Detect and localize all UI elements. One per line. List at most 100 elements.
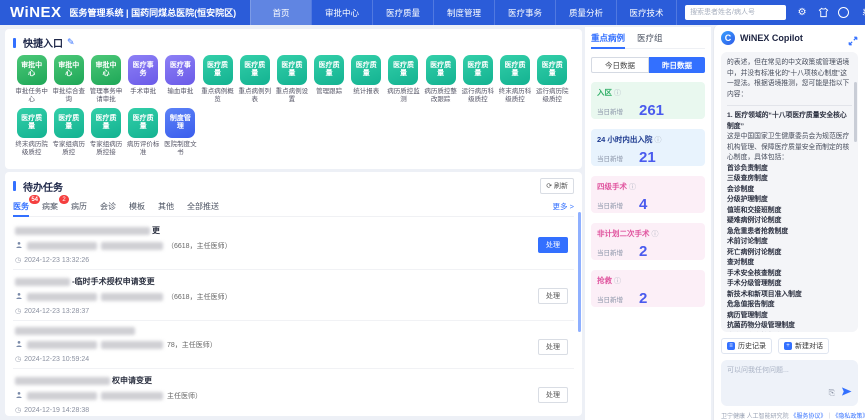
attachment-icon[interactable]: ⎘ xyxy=(829,388,835,398)
tile-badge: 医疗质量 xyxy=(240,55,270,85)
todo-tab-医务[interactable]: 医务54 xyxy=(13,201,29,212)
todo-card: 待办任务 ⟳ 刷新 医务54病案2病历会诊模板其他全部推送更多 > 更（6618… xyxy=(5,172,582,416)
toggle-today[interactable]: 今日数据 xyxy=(591,57,649,73)
info-icon[interactable]: ⓘ xyxy=(652,229,659,239)
tab-medical-group[interactable]: 医疗组 xyxy=(637,32,663,44)
todo-tab-会诊[interactable]: 会诊 xyxy=(100,201,116,212)
quick-entry-tile[interactable]: 医疗质量运行病历院级质控 xyxy=(534,55,571,104)
header-tab-医疗事务[interactable]: 医疗事务 xyxy=(494,0,555,25)
history-button[interactable]: ≡历史记录 xyxy=(721,338,772,354)
header-tab-审批中心[interactable]: 审批中心 xyxy=(311,0,372,25)
quick-entry-tile[interactable]: 医疗质量病历评价标准 xyxy=(125,108,162,157)
todo-item[interactable]: 权申请变更主任医师）◷2024-12-19 14:28:38处理 xyxy=(13,369,574,416)
quick-entry-tile[interactable]: 审批中心管理事务申请审批 xyxy=(87,55,124,104)
header-tab-质量分析[interactable]: 质量分析 xyxy=(555,0,616,25)
quick-entry-tile[interactable]: 医疗质量病历质控整改跟踪 xyxy=(422,55,459,104)
handle-button[interactable]: 处理 xyxy=(538,339,568,355)
stat-card-label: 当日新增 xyxy=(597,200,623,210)
copilot-list-item: 查对制度 xyxy=(727,258,852,269)
tile-label: 终末病历院级质控 xyxy=(13,141,50,157)
todo-tab-模板[interactable]: 模板 xyxy=(129,201,145,212)
todo-tab-其他[interactable]: 其他 xyxy=(158,201,174,212)
tile-badge: 审批中心 xyxy=(91,55,121,85)
theme-shirt-icon[interactable] xyxy=(817,7,829,19)
badge-count: 54 xyxy=(29,195,40,204)
redacted-text xyxy=(101,341,163,349)
quick-entry-tile[interactable]: 医疗质量专家组病历质控接 xyxy=(87,108,124,157)
quick-entry-tile[interactable]: 制度管理医院制度文书 xyxy=(162,108,199,157)
todo-item[interactable]: -临时手术授权申请变更（6618，主任医师）◷2024-12-23 13:28:… xyxy=(13,270,574,321)
todo-tab-病历[interactable]: 病历 xyxy=(71,201,87,212)
new-chat-label: 新建对话 xyxy=(795,341,823,351)
quick-entry-tile[interactable]: 审批中心审批综合查询 xyxy=(50,55,87,104)
tile-label: 重点病例设置 xyxy=(273,88,310,104)
stat-card-title: 抢救 ⓘ xyxy=(597,275,699,286)
tile-badge: 医疗质量 xyxy=(277,55,307,85)
refresh-button[interactable]: ⟳ 刷新 xyxy=(540,178,574,194)
todo-tab-病案[interactable]: 病案2 xyxy=(42,201,58,212)
stat-card-value: 261 xyxy=(639,102,664,119)
todo-tabs: 医务54 病案2 病历 会诊 模板 其他 全部推送 更多 > xyxy=(13,201,574,217)
tile-badge: 医疗质量 xyxy=(203,55,233,85)
page: WiNEX 医务管理系统 | 国药同煤总医院(恒安院区) 首页审批中心医疗质量制… xyxy=(0,0,865,420)
copilot-input[interactable]: 可以问我任何问题... ⎘ xyxy=(721,360,858,406)
quick-entry-tile[interactable]: 医疗质量终末病历科级质控 xyxy=(496,55,533,104)
quick-entry-tile[interactable]: 审批中心审批任务中心 xyxy=(13,55,50,104)
header-tab-制度管理[interactable]: 制度管理 xyxy=(433,0,494,25)
todo-item-subtitle: 主任医师） xyxy=(15,391,572,401)
todo-item-title xyxy=(15,327,572,335)
edit-pencil-icon[interactable]: ✎ xyxy=(67,37,75,48)
todo-tab-全部推送[interactable]: 全部推送 xyxy=(187,201,219,212)
quick-entry-tile[interactable]: 医疗事务手术审批 xyxy=(125,55,162,104)
settings-gear-icon[interactable]: ⚙ xyxy=(796,7,808,19)
user-avatar[interactable] xyxy=(838,7,849,18)
todo-item[interactable]: 78，主任医师）◷2024-12-23 10:59:24处理 xyxy=(13,321,574,369)
stats-panel: 重点病例 医疗组 今日数据 昨日数据 入区 ⓘ当日新增26124 小时内出入院 … xyxy=(585,27,711,420)
header-tab-医疗质量[interactable]: 医疗质量 xyxy=(372,0,433,25)
tile-badge: 医疗质量 xyxy=(463,55,493,85)
header-tab-首页[interactable]: 首页 xyxy=(250,0,311,25)
tile-label: 终末病历科级质控 xyxy=(496,88,533,104)
info-icon[interactable]: ⓘ xyxy=(614,276,621,286)
tile-label: 手术审批 xyxy=(130,88,156,104)
handle-button[interactable]: 处理 xyxy=(538,387,568,403)
quick-entry-tile[interactable]: 医疗事务输血审批 xyxy=(162,55,199,104)
copilot-scrollbar[interactable] xyxy=(854,82,857,142)
quick-entry-tile[interactable]: 医疗质量病历质控监测 xyxy=(385,55,422,104)
service-agreement-link[interactable]: 《服务协议》 xyxy=(790,414,826,420)
quick-entry-tile[interactable]: 医疗质量统计报表 xyxy=(348,55,385,104)
tab-key-cases[interactable]: 重点病例 xyxy=(591,32,625,44)
new-chat-button[interactable]: +新建对话 xyxy=(778,338,829,354)
handle-button[interactable]: 处理 xyxy=(538,237,568,253)
tile-label: 医院制度文书 xyxy=(162,141,199,157)
expand-icon[interactable] xyxy=(848,33,858,43)
stat-card-row: 当日新增2 xyxy=(597,290,699,307)
quick-entry-tile[interactable]: 医疗质量重点病例列表 xyxy=(236,55,273,104)
quick-entry-title: 快捷入口 ✎ xyxy=(13,35,574,50)
copilot-list-item: 术前讨论制度 xyxy=(727,237,852,248)
quick-entry-tile[interactable]: 医疗质量管理跟踪 xyxy=(311,55,348,104)
header-tab-医疗技术[interactable]: 医疗技术 xyxy=(616,0,677,25)
quick-entry-tile[interactable]: 医疗质量专家组病历质控 xyxy=(50,108,87,157)
copilot-logo-icon: C xyxy=(721,31,735,45)
privacy-policy-link[interactable]: 《隐私政策》 xyxy=(832,414,865,420)
quick-entry-tile[interactable]: 医疗质量运行病历科级质控 xyxy=(459,55,496,104)
quick-entry-tile[interactable]: 医疗质量重点病例设置 xyxy=(273,55,310,104)
clock-icon: ◷ xyxy=(15,307,21,315)
toggle-yesterday[interactable]: 昨日数据 xyxy=(649,57,705,73)
quick-entry-tile[interactable]: 医疗质量重点病例概览 xyxy=(199,55,236,104)
stat-card-value: 21 xyxy=(639,149,656,166)
patient-search-input[interactable] xyxy=(685,5,786,20)
more-link[interactable]: 更多 > xyxy=(553,201,574,212)
todo-item[interactable]: 更（6618，主任医师）◷2024-12-23 13:32:26处理 xyxy=(13,219,574,270)
info-icon[interactable]: ⓘ xyxy=(614,88,621,98)
quick-entry-tile[interactable]: 医疗质量终末病历院级质控 xyxy=(13,108,50,157)
send-icon[interactable] xyxy=(841,384,852,402)
stat-card-title: 入区 ⓘ xyxy=(597,87,699,98)
info-icon[interactable]: ⓘ xyxy=(654,135,661,145)
todo-item-subtitle: （6618，主任医师） xyxy=(15,241,572,251)
stat-card: 入区 ⓘ当日新增261 xyxy=(591,82,705,119)
handle-button[interactable]: 处理 xyxy=(538,288,568,304)
todo-scrollbar[interactable] xyxy=(578,212,581,332)
info-icon[interactable]: ⓘ xyxy=(629,182,636,192)
